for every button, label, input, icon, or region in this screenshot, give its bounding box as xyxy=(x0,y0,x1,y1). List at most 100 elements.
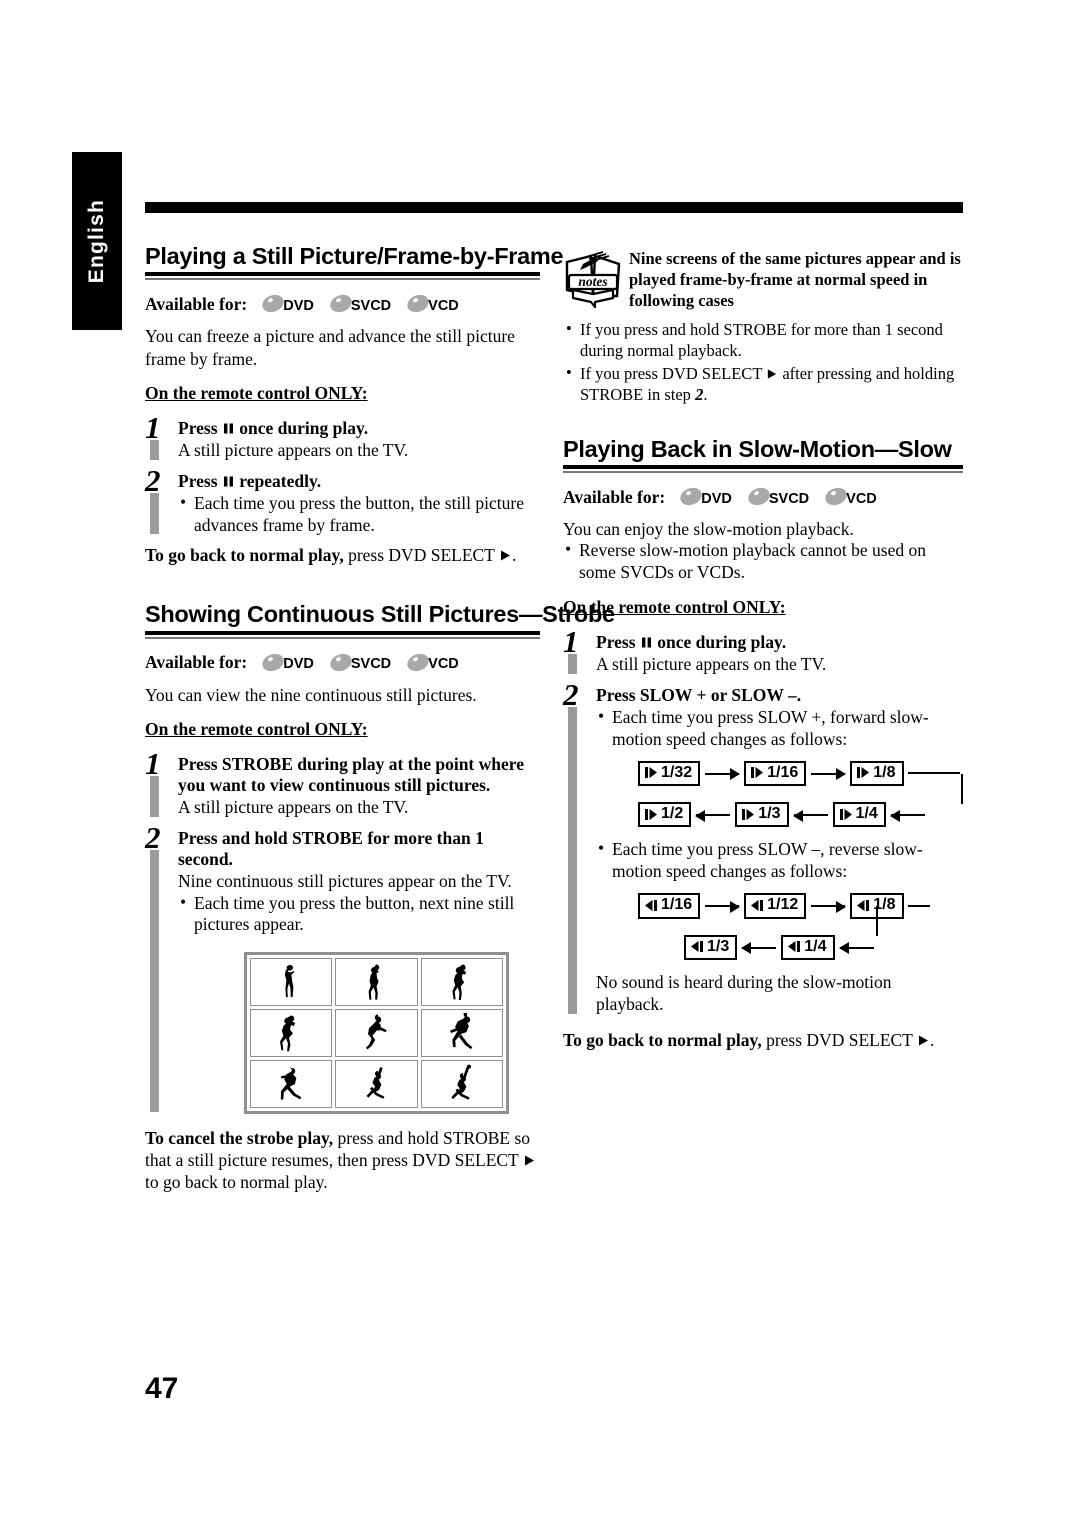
disc-label: SVCD xyxy=(350,297,392,314)
notes-bullet-post: . xyxy=(703,385,708,405)
reverse-speed-row-2: 1/3 1/4 xyxy=(684,934,963,960)
disc-icon xyxy=(748,487,770,506)
remote-only-label: On the remote control ONLY: xyxy=(145,382,368,403)
strobe-frame xyxy=(335,958,418,1007)
bullet-item: Each time you press the button, the stil… xyxy=(178,492,540,537)
speed-box: 1/4 xyxy=(832,802,886,828)
speed-box: 1/4 xyxy=(781,934,835,960)
bullet-item: Reverse slow-motion playback cannot be u… xyxy=(563,539,963,584)
heading-rule xyxy=(145,630,540,639)
notes-bullet-pre: If you press DVD SELECT xyxy=(580,363,767,383)
notes-icon: notes xyxy=(565,251,621,309)
pitcher-pose-3-icon xyxy=(452,964,467,1001)
pitcher-pose-4-icon xyxy=(280,1015,296,1052)
section-heading: Showing Continuous Still Pictures—Strobe xyxy=(145,601,615,628)
step-number: 1 xyxy=(563,624,579,660)
step-subtext: A still picture appears on the TV. xyxy=(178,439,409,460)
svg-text:notes: notes xyxy=(578,274,607,289)
reverse-speed-flow: 1/16 1/12 1/8 1/3 1/4 xyxy=(638,893,963,960)
disc-label: DVD xyxy=(283,297,314,314)
flow-arrow-right xyxy=(705,899,741,913)
flow-arrow-right xyxy=(811,767,847,781)
step-number: 1 xyxy=(145,409,161,445)
flow-arrow-left xyxy=(792,808,828,822)
available-for-row: Available for: DVD SVCD VCD xyxy=(563,486,963,506)
slow-reverse-icon xyxy=(751,899,764,911)
speed-box: 1/16 xyxy=(744,760,807,787)
disc-label: VCD xyxy=(428,297,459,314)
flow-connector-top xyxy=(907,772,960,775)
disc-badge: DVD xyxy=(261,652,314,672)
step-subtext: A still picture appears on the TV. xyxy=(178,796,409,817)
step-subtext: No sound is heard during the slow-motion… xyxy=(596,971,892,1014)
step-title-pre: Press xyxy=(178,417,222,438)
left-column: Playing a Still Picture/Frame-by-Frame A… xyxy=(145,243,615,1194)
disc-badge: VCD xyxy=(406,293,459,313)
disc-icon xyxy=(407,295,429,313)
step-title: Press STROBE during play at the point wh… xyxy=(178,753,524,795)
available-for-row: Available for: DVD SVCD VCD xyxy=(145,293,540,313)
right-column: notes Nine screens of the same pictures … xyxy=(563,248,963,1052)
play-triangle-icon xyxy=(500,550,510,561)
flow-arrow-left-return xyxy=(838,941,874,955)
remote-only-label: On the remote control ONLY: xyxy=(563,597,786,618)
flow-connector-vertical xyxy=(961,773,963,804)
step-item: 1 Press once during play. A still pictur… xyxy=(563,626,963,676)
normal-play-note: To go back to normal play, press DVD SEL… xyxy=(563,1030,963,1052)
disc-label: VCD xyxy=(428,656,459,673)
flow-connector-top xyxy=(907,904,930,907)
disc-label: VCD xyxy=(846,490,877,507)
play-triangle-icon xyxy=(918,1035,928,1046)
page-number: 47 xyxy=(145,1372,179,1405)
speed-box: 1/32 xyxy=(638,760,701,787)
step-title: Press once during play. xyxy=(178,418,540,439)
disc-icon xyxy=(407,653,429,671)
section-strobe: Showing Continuous Still Pictures—Strobe… xyxy=(145,601,615,1194)
step-bullet-list: Each time you press SLOW –, reverse slow… xyxy=(596,838,963,883)
section-intro: You can view the nine continuous still p… xyxy=(145,684,477,705)
strobe-frame-grid xyxy=(244,952,509,1115)
strobe-frame xyxy=(250,958,333,1007)
step-bullet-list: Each time you press the button, next nin… xyxy=(178,892,540,937)
step-item: 2 Press SLOW + or SLOW –. Each time you … xyxy=(563,679,963,1016)
speed-box: 1/12 xyxy=(744,893,807,919)
heading-rule xyxy=(563,465,963,474)
disc-badge: SVCD xyxy=(329,652,391,672)
pitcher-pose-6-icon xyxy=(449,1013,473,1050)
section-intro: You can enjoy the slow-motion playback. xyxy=(563,519,854,540)
notes-bullet-item: If you press DVD SELECT after pressing a… xyxy=(563,362,963,406)
step-number: 2 xyxy=(563,676,579,712)
section-heading: Playing a Still Picture/Frame-by-Frame xyxy=(145,243,564,269)
step-number: 1 xyxy=(145,745,161,781)
flow-arrow-right xyxy=(705,767,741,781)
play-triangle-icon xyxy=(524,1155,534,1166)
disc-icon xyxy=(330,295,352,313)
step-item: 2 Press and hold STROBE for more than 1 … xyxy=(145,822,540,1115)
step-title-post: once during play. xyxy=(652,632,787,653)
normal-play-note-bold: To go back to normal play, xyxy=(563,1029,762,1050)
language-tab: English xyxy=(72,152,122,330)
step-subtext: A still picture appears on the TV. xyxy=(596,654,827,675)
slow-forward-icon xyxy=(645,767,657,779)
disc-icon xyxy=(825,487,847,506)
speed-box: 1/8 xyxy=(850,760,904,787)
step-bar xyxy=(568,706,577,1014)
bullet-item: Each time you press the button, next nin… xyxy=(178,892,540,937)
speed-box: 1/3 xyxy=(735,802,789,828)
available-for-label: Available for: xyxy=(145,293,248,314)
speed-box: 1/3 xyxy=(684,934,738,960)
disc-badge: DVD xyxy=(679,486,732,506)
step-title: Press repeatedly. xyxy=(178,471,540,492)
slow-forward-icon xyxy=(742,808,755,820)
page-top-rule xyxy=(145,202,963,213)
slow-reverse-icon xyxy=(691,941,703,953)
disc-badge: SVCD xyxy=(329,293,391,313)
slow-reverse-icon xyxy=(857,899,870,911)
speed-value: 1/16 xyxy=(767,763,799,781)
strobe-frame xyxy=(335,1060,418,1109)
speed-value: 1/4 xyxy=(855,805,878,823)
pitcher-pose-5-icon xyxy=(366,1014,388,1050)
reverse-speed-row-1: 1/16 1/12 1/8 xyxy=(638,893,963,919)
flow-connector-vertical xyxy=(876,906,878,937)
heading-rule xyxy=(145,272,540,281)
